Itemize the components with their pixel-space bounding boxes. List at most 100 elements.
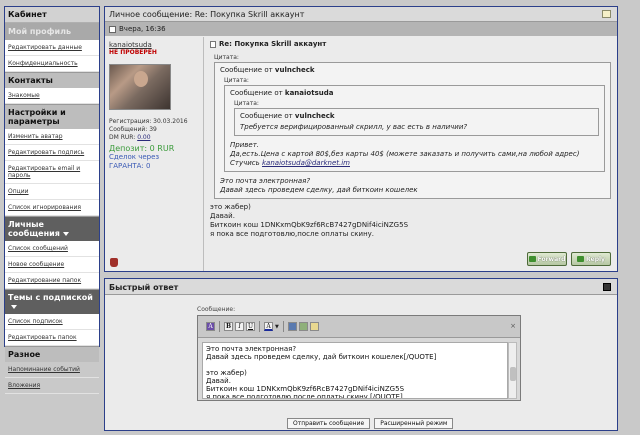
author-escrow-line1: Сделок через (109, 153, 160, 161)
sidebar-section-contacts: Контакты (5, 72, 99, 88)
post-body: Re: Покупка Skrill аккаунт Цитата: Сообщ… (203, 37, 617, 271)
advanced-mode-button[interactable]: Расширенный режим (374, 418, 454, 429)
sidebar-item-avatar[interactable]: Изменить аватар (5, 129, 99, 145)
toolbar-separator (282, 321, 284, 332)
message-panel: Личное сообщение: Re: Покупка Skrill акк… (104, 6, 618, 272)
post-text: это жабер) Давай. Биткоин кош 1DNKxmQbK9… (210, 203, 611, 239)
quote-outer: Сообщение от vulncheck Цитата: Сообщение… (214, 62, 611, 199)
message-textarea[interactable]: Это почта электронная? Давай здесь прове… (202, 342, 508, 399)
quote-from-prefix: Сообщение от (240, 112, 295, 120)
post-line3: Биткоин кош 1DNKxmQbK9zf6RcB7427gDNif4ic… (210, 221, 409, 229)
sidebar-item-new-message[interactable]: Новое сообщение (5, 257, 99, 273)
forward-button[interactable]: Forward (527, 252, 567, 266)
quote-middle-line3-prefix: Стучись (230, 159, 262, 167)
sidebar-item-attachments[interactable]: Вложения (5, 378, 99, 394)
jabber-link[interactable]: kanaiotsuda@darknet.im (262, 159, 350, 167)
chevron-down-icon[interactable]: ▼ (275, 324, 279, 330)
close-icon[interactable]: × (510, 322, 516, 330)
sidebar-item-edit-data[interactable]: Редактировать данные (5, 40, 99, 56)
quote-from-prefix: Сообщение от (230, 89, 285, 97)
select-checkbox[interactable] (109, 25, 116, 33)
author-status: НЕ ПРОВЕРЕН (109, 49, 157, 56)
sidebar-section-subs-label: Темы с подпиской (8, 293, 93, 302)
post-line1: это жабер) (210, 203, 251, 211)
message-label: Сообщение: (197, 306, 236, 313)
quote-icon[interactable] (309, 322, 319, 331)
sidebar-item-options[interactable]: Опции (5, 184, 99, 200)
chevron-down-icon (62, 231, 69, 236)
author-registration: Регистрация: 30.03.2016 (109, 118, 188, 125)
message-editor: A B I U A ▼ × Это почта электронная? Дав… (197, 315, 521, 401)
message-datebar: Вчера, 16:36 (105, 22, 617, 36)
author-posts: Сообщений: 39 (109, 126, 157, 133)
link-icon[interactable] (287, 322, 297, 331)
quote-inner-from: Сообщение от vulncheck (240, 112, 593, 120)
collapse-icon[interactable] (603, 283, 611, 291)
font-color-button[interactable]: A (264, 322, 273, 331)
forward-icon (528, 256, 536, 262)
message-header-subject: Re: Покупка Skrill аккаунт (194, 10, 305, 19)
sidebar-item-privacy[interactable]: Конфиденциальность (5, 56, 99, 72)
image-icon[interactable] (298, 322, 308, 331)
sidebar-item-signature[interactable]: Редактировать подпись (5, 145, 99, 161)
format-clear-icon[interactable]: A (206, 322, 215, 331)
quote-label: Цитата: (224, 77, 249, 84)
quote-outer-line1: Это почта электронная? (220, 177, 311, 185)
quote-from-user: vulncheck (274, 66, 315, 74)
author-dm-value[interactable]: 0.00 (137, 134, 150, 141)
editor-toolbar: A B I U A ▼ × (198, 316, 520, 338)
document-icon (210, 40, 216, 48)
reply-label: Reply (586, 255, 605, 263)
author-escrow-line2: ГАРАНТА: 0 (109, 162, 151, 170)
sidebar-my-profile[interactable]: Мой профиль (5, 23, 99, 40)
quote-from-user: vulncheck (294, 112, 335, 120)
reply-actions: Отправить сообщение Расширенный режим (287, 418, 454, 429)
author-dm-label: DM RUR: (109, 134, 138, 141)
toolbar-separator (219, 321, 220, 332)
bold-button[interactable]: B (224, 322, 233, 331)
send-message-button[interactable]: Отправить сообщение (287, 418, 371, 429)
sidebar-item-edit-folders[interactable]: Редактирование папок (5, 273, 99, 289)
scrollbar-thumb[interactable] (510, 367, 516, 381)
post-line2: Давай. (210, 212, 235, 220)
quote-from-prefix: Сообщение от (220, 66, 275, 74)
author-name[interactable]: kanaiotsuda (109, 41, 199, 49)
quote-label: Цитата: (234, 100, 259, 107)
sidebar-item-event-reminders[interactable]: Напоминание событий (5, 362, 99, 378)
italic-button[interactable]: I (235, 322, 244, 331)
sidebar-section-pm[interactable]: Личные сообщения (5, 216, 99, 241)
message-header: Личное сообщение: Re: Покупка Skrill акк… (105, 7, 617, 22)
sidebar-item-email-password[interactable]: Редактировать email и пароль (5, 161, 99, 184)
quote-middle-line2: Да,есть.Цена с картой 80$,без карты 40$ … (230, 150, 580, 158)
sidebar-section-settings: Настройки и параметры (5, 104, 99, 129)
author-deposit: Депозит: 0 RUR (109, 144, 175, 153)
textarea-scrollbar[interactable] (508, 342, 517, 399)
quick-reply-title: Быстрый ответ (109, 283, 179, 292)
author-panel: kanaiotsuda НЕ ПРОВЕРЕН Регистрация: 30.… (105, 37, 203, 271)
reply-button[interactable]: Reply (571, 252, 611, 266)
quote-from-user: kanaiotsuda (284, 89, 334, 97)
sidebar-item-ignore-list[interactable]: Список игнорирования (5, 200, 99, 216)
quote-middle-line3: Стучись kanaiotsuda@darknet.im (230, 159, 599, 168)
post-line4: я пока все подготовлю,после оплаты скину… (210, 230, 375, 238)
sidebar-section-misc: Разное (5, 346, 99, 362)
sidebar-item-friends[interactable]: Знакомые (5, 88, 99, 104)
sidebar-section-subscriptions[interactable]: Темы с подпиской (5, 289, 99, 314)
author-meta: Регистрация: 30.03.2016 Сообщений: 39 DM… (109, 118, 199, 142)
sidebar-section-pm-label: Личные сообщения (8, 220, 60, 238)
collapse-icon[interactable] (602, 10, 611, 18)
quote-middle-from: Сообщение от kanaiotsuda (230, 89, 599, 97)
sidebar-item-message-list[interactable]: Список сообщений (5, 241, 99, 257)
message-date: Вчера, 16:36 (119, 25, 166, 33)
quote-inner: Сообщение от vulncheck Требуется верифиц… (234, 108, 599, 136)
sidebar-item-subscription-list[interactable]: Список подписок (5, 314, 99, 330)
quote-label: Цитата: (214, 54, 239, 61)
toolbar-separator (259, 321, 260, 332)
quote-outer-line2: Давай здесь проведем сделку, дай биткоин… (220, 186, 418, 194)
forward-label: Forward (537, 255, 566, 263)
quote-middle-line1: Привет. (230, 141, 259, 149)
underline-button[interactable]: U (246, 322, 255, 331)
post-title: Re: Покупка Skrill аккаунт (210, 40, 611, 52)
quote-inner-text: Требуется верифицированный скрилл, у вас… (240, 123, 468, 131)
sidebar-item-edit-sub-folders[interactable]: Редактировать папок (5, 330, 99, 346)
